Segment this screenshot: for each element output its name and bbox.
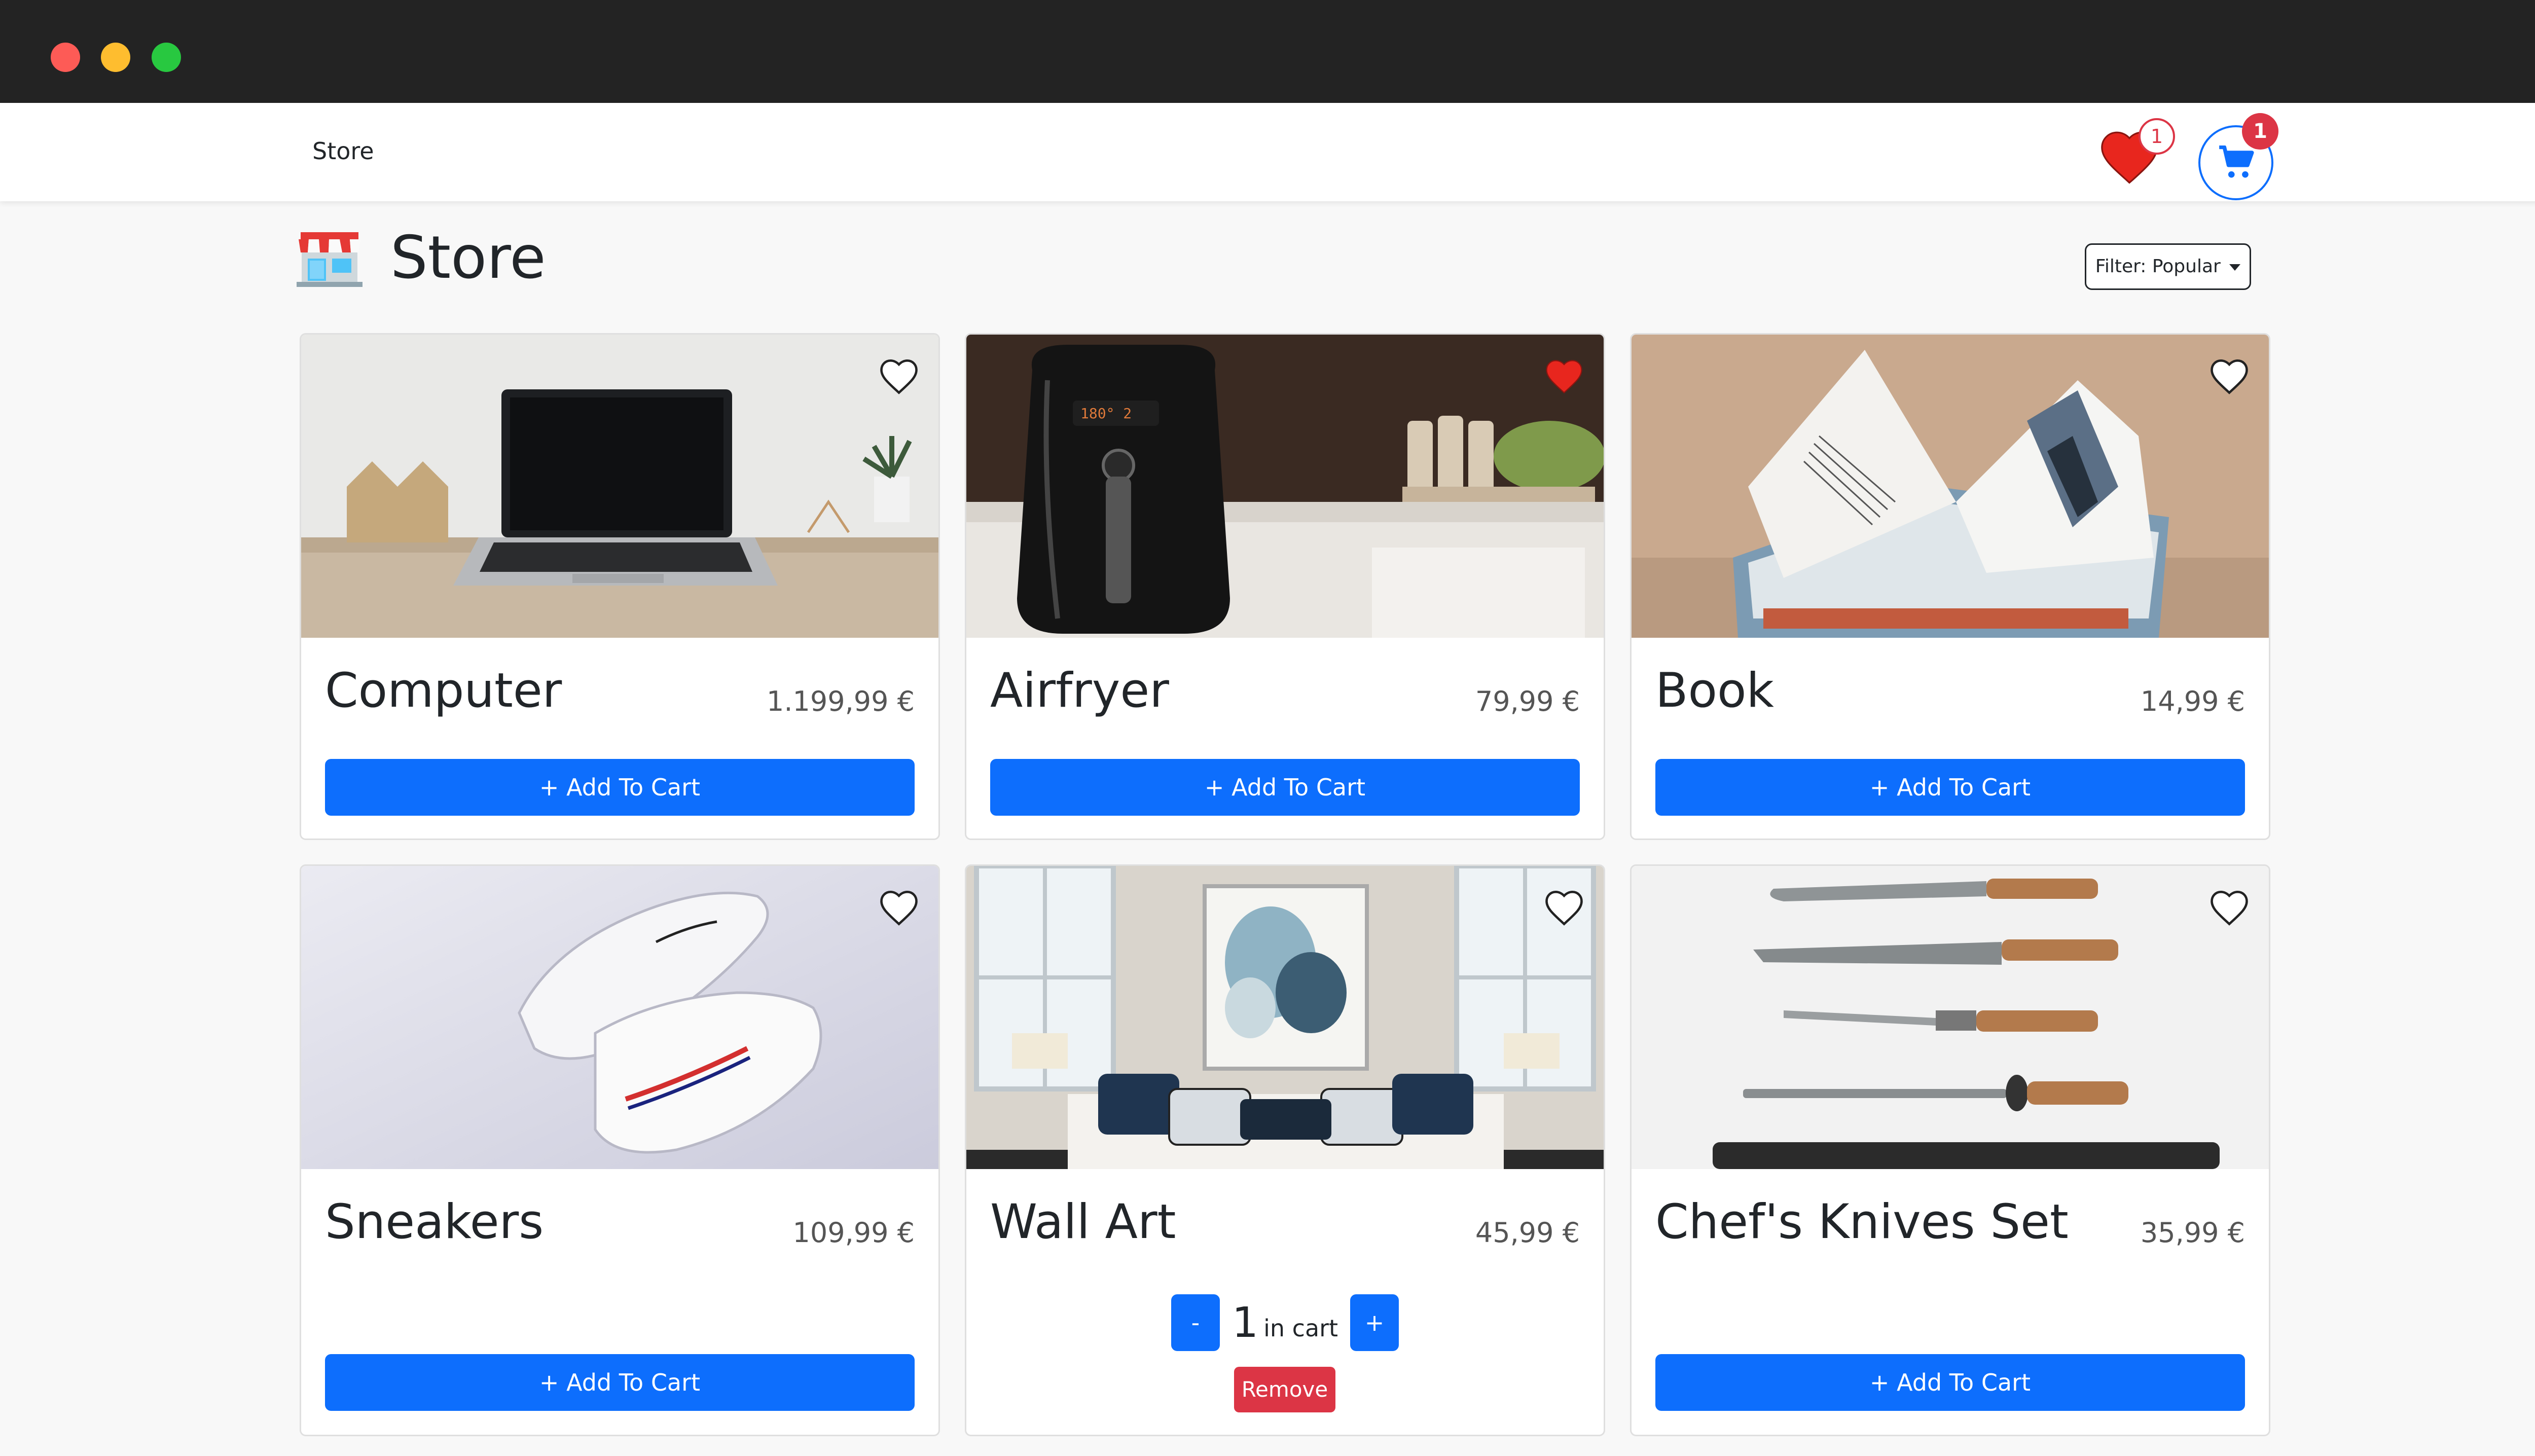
product-card-sneakers: Sneakers 109,99 € + Add To Cart xyxy=(300,864,940,1436)
product-image-airfryer[interactable]: 180° 2 xyxy=(966,335,1604,638)
heart-outline-icon[interactable] xyxy=(2205,353,2254,399)
add-to-cart-button[interactable]: + Add To Cart xyxy=(325,1354,915,1411)
product-image-computer[interactable] xyxy=(301,335,938,638)
heart-filled-icon[interactable] xyxy=(1540,353,1588,399)
chevron-down-icon xyxy=(2229,264,2241,271)
close-window-button[interactable] xyxy=(51,43,80,72)
cart-icon xyxy=(2219,145,2254,178)
favorites-count-badge: 1 xyxy=(2139,118,2175,155)
product-card-book: Book 14,99 € + Add To Cart xyxy=(1630,333,2270,840)
window-titlebar xyxy=(0,0,2535,103)
product-card-chefs-knives-set: Chef's Knives Set 35,99 € + Add To Cart xyxy=(1630,864,2270,1436)
product-card-wall-art: Wall Art 45,99 € -1 in cart + Remove xyxy=(965,864,1605,1436)
heart-outline-icon[interactable] xyxy=(2205,884,2254,931)
product-name: Computer xyxy=(325,663,562,718)
cart-quantity-controls: -1 in cart + xyxy=(966,1294,1604,1353)
heart-outline-icon[interactable] xyxy=(875,884,923,931)
svg-text:180° 2: 180° 2 xyxy=(1080,405,1132,422)
cart-button[interactable]: 1 xyxy=(2195,113,2282,200)
filter-label: Filter: Popular xyxy=(2095,256,2221,277)
product-card-computer: Computer 1.199,99 € + Add To Cart xyxy=(300,333,940,840)
product-name: Chef's Knives Set xyxy=(1655,1194,2069,1250)
add-to-cart-button[interactable]: + Add To Cart xyxy=(325,759,915,816)
decrease-quantity-button[interactable]: - xyxy=(1171,1294,1220,1351)
product-price: 109,99 € xyxy=(792,1217,915,1249)
add-to-cart-button[interactable]: + Add To Cart xyxy=(1655,759,2245,816)
product-price: 79,99 € xyxy=(1475,685,1580,717)
maximize-window-button[interactable] xyxy=(152,43,181,72)
product-image-wall-art[interactable] xyxy=(966,866,1604,1169)
product-name: Book xyxy=(1655,663,1774,718)
product-name: Sneakers xyxy=(325,1194,544,1250)
product-price: 14,99 € xyxy=(2140,685,2245,717)
add-to-cart-button[interactable]: + Add To Cart xyxy=(990,759,1580,816)
storefront-icon xyxy=(297,232,363,287)
minimize-window-button[interactable] xyxy=(101,43,130,72)
product-image-book[interactable] xyxy=(1632,335,2269,638)
in-cart-label: in cart xyxy=(1263,1315,1338,1342)
filter-dropdown[interactable]: Filter: Popular xyxy=(2085,243,2251,290)
product-price: 1.199,99 € xyxy=(767,685,915,717)
product-image-sneakers[interactable] xyxy=(301,866,938,1169)
heart-outline-icon[interactable] xyxy=(1540,884,1588,931)
nav-link-store[interactable]: Store xyxy=(312,137,374,165)
product-price: 35,99 € xyxy=(2140,1217,2245,1249)
product-name: Airfryer xyxy=(990,663,1169,718)
product-name: Wall Art xyxy=(990,1194,1176,1250)
product-card-airfryer: 180° 2 Airfryer 79,99 € + Add To Cart xyxy=(965,333,1605,840)
product-image-knives[interactable] xyxy=(1632,866,2269,1169)
favorites-button[interactable]: 1 xyxy=(2096,116,2178,192)
remove-from-cart-button[interactable]: Remove xyxy=(1234,1367,1335,1412)
product-price: 45,99 € xyxy=(1475,1217,1580,1249)
page-title: Store xyxy=(390,224,546,292)
add-to-cart-button[interactable]: + Add To Cart xyxy=(1655,1354,2245,1411)
cart-count-badge: 1 xyxy=(2242,113,2278,150)
cart-quantity: 1 xyxy=(1232,1298,1259,1347)
navbar: Store 1 1 xyxy=(0,103,2535,201)
heart-outline-icon[interactable] xyxy=(875,353,923,399)
increase-quantity-button[interactable]: + xyxy=(1350,1294,1399,1351)
